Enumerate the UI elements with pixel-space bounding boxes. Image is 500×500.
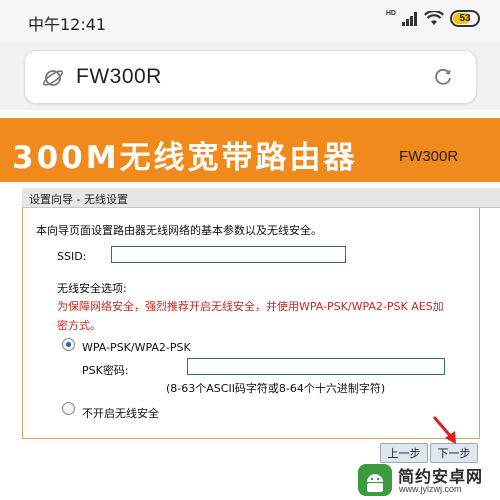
next-button[interactable]: 下一步 (430, 443, 478, 463)
url-text[interactable]: FW300R (76, 65, 162, 89)
psk-label: PSK密码: (82, 364, 129, 377)
address-bar[interactable]: FW300R (24, 50, 477, 104)
planet-icon (42, 70, 64, 86)
security-warning-line1: 为保障网络安全，强烈推荐开启无线安全，并使用WPA-PSK/WPA2-PSK A… (57, 300, 444, 313)
watermark-url: www.jylzwj.com (399, 484, 462, 494)
reload-icon[interactable] (432, 66, 454, 88)
security-options-title: 无线安全选项: (57, 282, 127, 295)
wifi-icon (424, 11, 444, 25)
battery-icon: 53 (450, 10, 480, 27)
status-icons: HD 53 (386, 10, 480, 27)
banner-model: FW300R (399, 148, 459, 165)
battery-level: 53 (459, 13, 471, 24)
network-type-label: HD (385, 10, 396, 17)
wizard-title: 设置向导 - 无线设置 (29, 193, 128, 206)
wizard-intro: 本向导页面设置路由器无线网络的基本参数以及无线安全。 (36, 224, 322, 237)
panel-bottom-border (22, 438, 480, 439)
router-banner: 300M无线宽带路由器 FW300R (0, 118, 500, 182)
wpa-option-label[interactable]: WPA-PSK/WPA2-PSK (82, 341, 191, 354)
ssid-input[interactable] (111, 246, 346, 263)
signal-icon (402, 11, 417, 26)
security-warning-line2: 密方式。 (57, 319, 101, 332)
android-logo-icon (358, 464, 392, 496)
psk-password-input[interactable] (187, 358, 445, 375)
red-arrow-icon (432, 416, 456, 444)
wpa-radio[interactable] (62, 338, 75, 351)
no-security-option-label[interactable]: 不开启无线安全 (82, 405, 159, 421)
prev-button[interactable]: 上一步 (380, 443, 428, 463)
banner-title: 300M无线宽带路由器 (12, 140, 358, 176)
clock: 中午12:41 (28, 15, 107, 34)
psk-hint: (8-63个ASCII码字符或8-64个十六进制字符) (166, 382, 386, 395)
no-security-radio[interactable] (62, 402, 75, 415)
status-bar: 中午12:41 HD 53 (0, 0, 500, 42)
ssid-label: SSID: (57, 250, 87, 263)
site-watermark: 简约安卓网 www.jylzwj.com (348, 462, 498, 498)
wizard-header: 设置向导 - 无线设置 (22, 188, 500, 208)
